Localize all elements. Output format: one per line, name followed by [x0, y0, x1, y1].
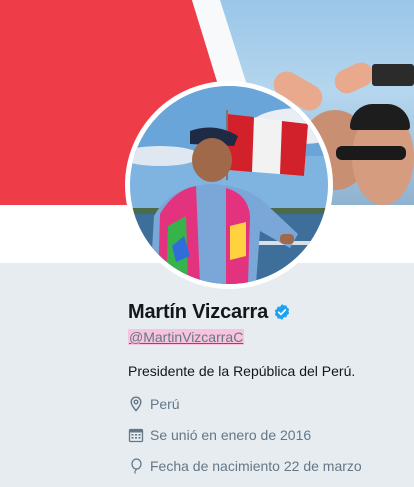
profile-birthday-text: Fecha de nacimiento 22 de marzo — [150, 457, 362, 474]
balloon-icon — [128, 457, 144, 474]
profile-handle-link[interactable]: @MartinVizcarraC — [128, 329, 245, 345]
profile-joined: Se unió en enero de 2016 — [128, 425, 408, 444]
profile-birthday: Fecha de nacimiento 22 de marzo — [128, 456, 408, 475]
profile-location: Perú — [128, 394, 408, 413]
sunglasses-in-photo — [336, 146, 406, 160]
profile-meta: Perú Se unió en enero de 2016 Fecha de n… — [128, 394, 408, 475]
profile-info: Martín Vizcarra @MartinVizcarraC Preside… — [128, 297, 408, 487]
profile-bio: Presidente de la República del Perú. — [128, 363, 356, 379]
avatar-photo — [130, 86, 328, 284]
profile-joined-text: Se unió en enero de 2016 — [150, 426, 312, 443]
profile-name[interactable]: Martín Vizcarra — [128, 301, 268, 324]
name-row: Martín Vizcarra — [128, 297, 408, 327]
calendar-icon — [128, 427, 144, 443]
phone-in-photo — [372, 64, 414, 86]
profile-location-text: Perú — [150, 395, 180, 412]
avatar[interactable] — [125, 81, 333, 289]
verified-badge-icon — [273, 303, 291, 321]
location-pin-icon — [128, 395, 144, 412]
